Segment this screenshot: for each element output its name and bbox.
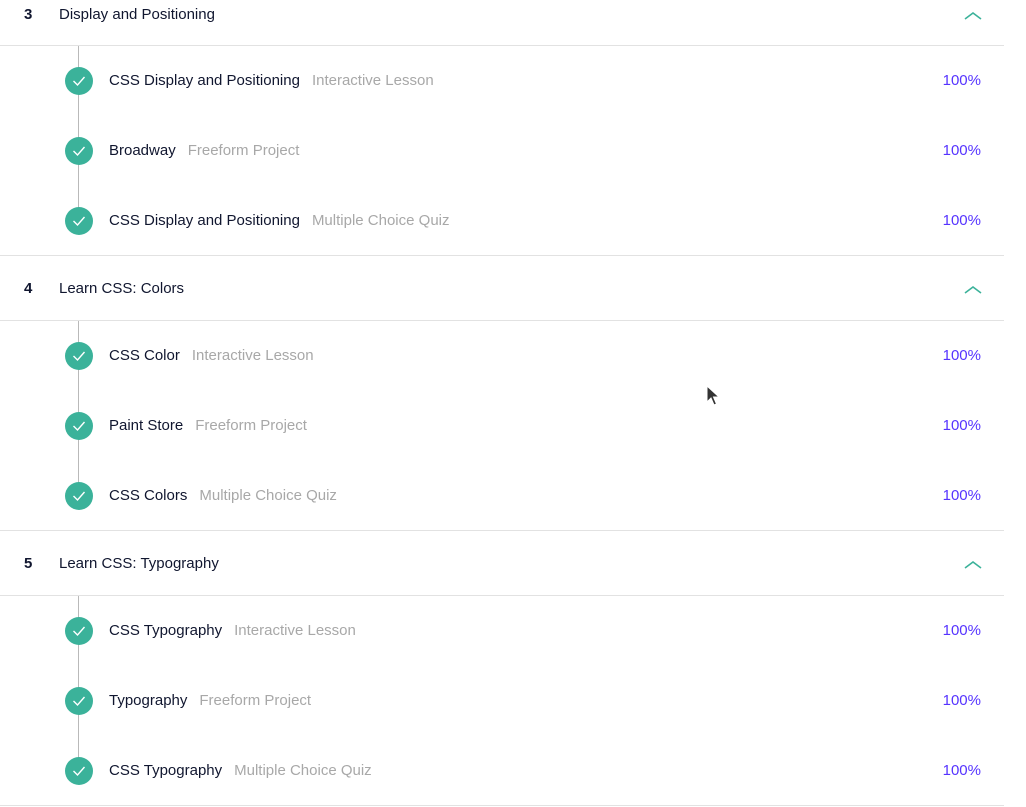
- module-title: Learn CSS: Typography: [59, 555, 219, 572]
- check-circle-icon: [65, 687, 93, 715]
- check-circle-icon: [65, 342, 93, 370]
- list-item[interactable]: CSS Display and Positioning Interactive L…: [0, 46, 1004, 116]
- item-type: Multiple Choice Quiz: [311, 212, 450, 229]
- list-item[interactable]: CSS Typography Interactive Lesson 100%: [0, 596, 1004, 666]
- item-title: CSS Typography: [109, 762, 223, 779]
- item-type: Freeform Project: [187, 142, 300, 159]
- check-circle-icon: [65, 137, 93, 165]
- item-type: Interactive Lesson: [191, 347, 314, 364]
- module-number: 5: [24, 555, 33, 572]
- item-title: CSS Typography: [109, 622, 223, 639]
- chevron-up-icon[interactable]: [963, 559, 983, 571]
- list-item[interactable]: Broadway Freeform Project 100%: [0, 116, 1004, 186]
- item-percent: 100%: [942, 212, 981, 229]
- item-title: CSS Color: [109, 347, 180, 364]
- item-percent: 100%: [942, 622, 981, 639]
- module-number: 4: [24, 280, 33, 297]
- item-title: Typography: [109, 692, 188, 709]
- chevron-up-icon[interactable]: [963, 284, 983, 296]
- module-header-5[interactable]: 5 Learn CSS: Typography: [0, 531, 1004, 596]
- item-title-block: CSS Typography Interactive Lesson: [109, 621, 356, 641]
- item-percent: 100%: [942, 762, 981, 779]
- item-title-block: Typography Freeform Project: [109, 691, 311, 711]
- check-circle-icon: [65, 412, 93, 440]
- item-title-block: CSS Colors Multiple Choice Quiz: [109, 486, 337, 506]
- item-percent: 100%: [942, 692, 981, 709]
- check-circle-icon: [65, 482, 93, 510]
- module-title: Learn CSS: Colors: [59, 280, 185, 297]
- module-items-4: CSS Color Interactive Lesson 100% Paint S…: [0, 321, 1004, 531]
- item-type: Interactive Lesson: [311, 72, 434, 89]
- item-percent: 100%: [942, 142, 981, 159]
- check-circle-icon: [65, 617, 93, 645]
- check-circle-icon: [65, 67, 93, 95]
- mouse-pointer-icon: [706, 385, 720, 406]
- item-title-block: Broadway Freeform Project: [109, 141, 299, 161]
- syllabus-page: 3 Display and Positioning CSS Display an…: [0, 0, 1026, 807]
- item-title-block: CSS Typography Multiple Choice Quiz: [109, 761, 372, 781]
- item-title: Broadway: [109, 142, 176, 159]
- item-title-block: CSS Display and Positioning Interactive L…: [109, 71, 434, 91]
- item-title: CSS Display and Positioning: [109, 212, 300, 229]
- item-title-block: Paint Store Freeform Project: [109, 416, 307, 436]
- item-title-block: CSS Display and Positioning Multiple Choi…: [109, 211, 450, 231]
- item-percent: 100%: [942, 347, 981, 364]
- module-header-3[interactable]: 3 Display and Positioning: [0, 0, 1004, 46]
- item-title: CSS Display and Positioning: [109, 72, 300, 89]
- module-number: 3: [24, 6, 33, 23]
- item-title-block: CSS Color Interactive Lesson: [109, 346, 314, 366]
- item-percent: 100%: [942, 72, 981, 89]
- item-type: Freeform Project: [195, 417, 307, 434]
- item-percent: 100%: [942, 417, 981, 434]
- item-title: Paint Store: [109, 417, 184, 434]
- module-title: Display and Positioning: [59, 6, 215, 23]
- module-items-5: CSS Typography Interactive Lesson 100% Ty…: [0, 596, 1004, 806]
- list-item[interactable]: CSS Display and Positioning Multiple Choi…: [0, 186, 1004, 256]
- list-item[interactable]: CSS Colors Multiple Choice Quiz 100%: [0, 461, 1004, 531]
- item-type: Interactive Lesson: [234, 622, 356, 639]
- item-title: CSS Colors: [109, 487, 188, 504]
- module-items-3: CSS Display and Positioning Interactive L…: [0, 46, 1004, 256]
- chevron-up-icon[interactable]: [963, 10, 983, 22]
- item-percent: 100%: [942, 487, 981, 504]
- list-item[interactable]: CSS Color Interactive Lesson 100%: [0, 321, 1004, 391]
- item-type: Multiple Choice Quiz: [234, 762, 372, 779]
- check-circle-icon: [65, 207, 93, 235]
- check-circle-icon: [65, 757, 93, 785]
- list-item[interactable]: Typography Freeform Project 100%: [0, 666, 1004, 736]
- list-item[interactable]: CSS Typography Multiple Choice Quiz 100%: [0, 736, 1004, 806]
- item-type: Freeform Project: [199, 692, 312, 709]
- module-header-4[interactable]: 4 Learn CSS: Colors: [0, 256, 1004, 321]
- list-item[interactable]: Paint Store Freeform Project 100%: [0, 391, 1004, 461]
- item-type: Multiple Choice Quiz: [199, 487, 337, 504]
